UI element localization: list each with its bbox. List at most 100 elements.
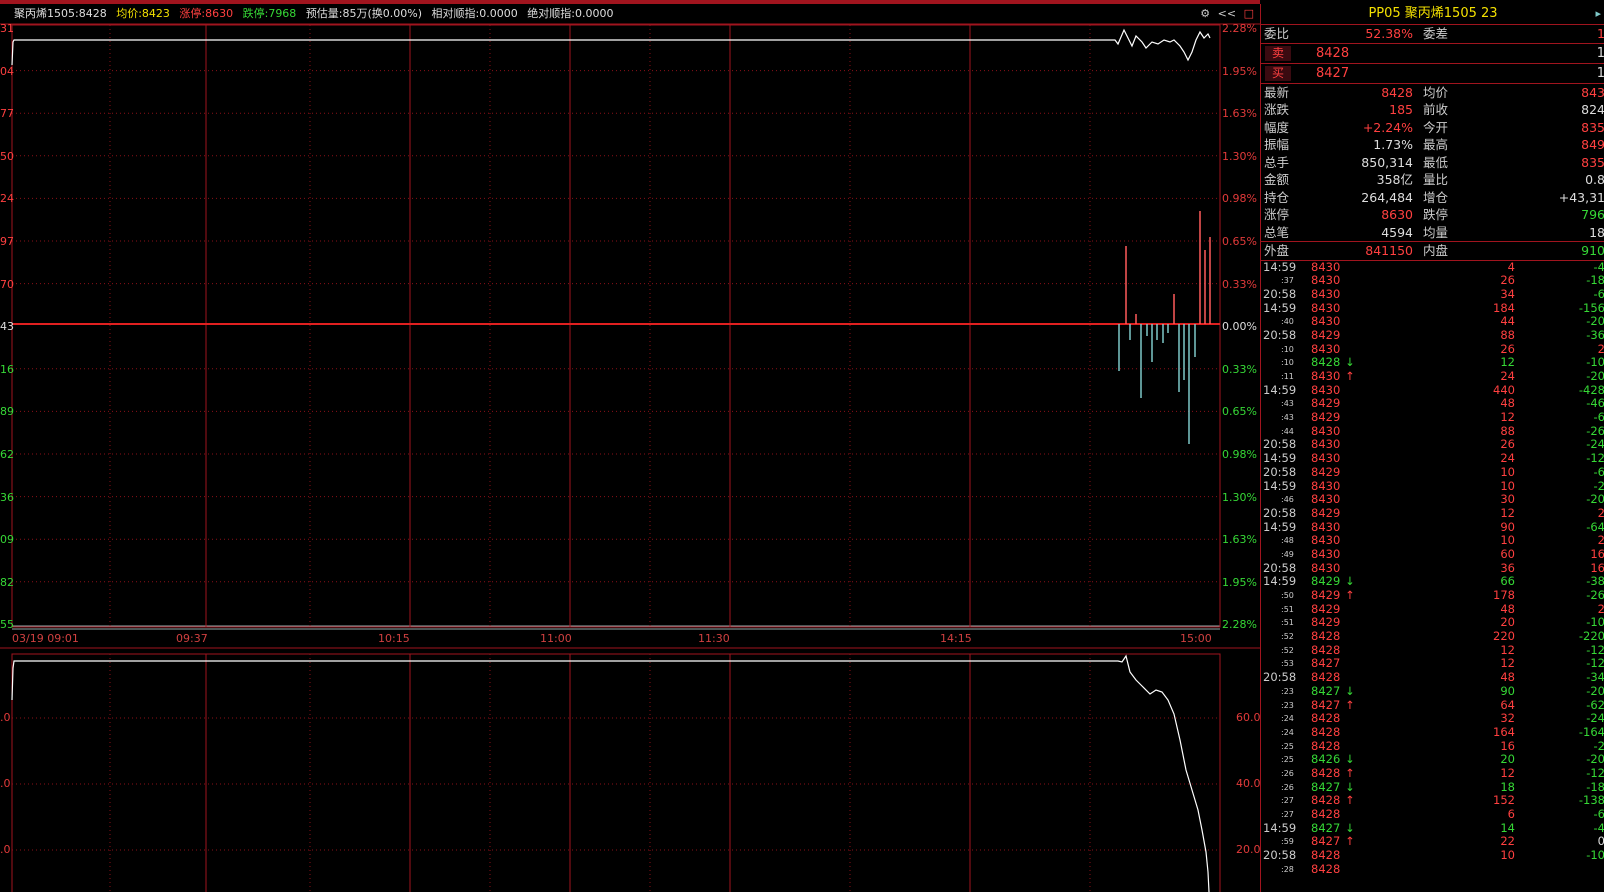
tick-row[interactable]: 14:59 8430 184 -156 bbox=[1261, 300, 1604, 316]
tick-row[interactable]: :52 8428 220 -220 bbox=[1261, 629, 1604, 644]
tick-time: 14:59 bbox=[1263, 259, 1297, 274]
tick-row[interactable]: :43 8429 48 -46 bbox=[1261, 397, 1604, 411]
tick-row[interactable]: :44 8430 88 -26 bbox=[1261, 424, 1604, 439]
tick-row[interactable]: 20:58 8429 10 -6 bbox=[1261, 464, 1604, 480]
tick-row[interactable]: 20:58 8430 34 -6 bbox=[1261, 286, 1604, 302]
time-tick-label: 11:00 bbox=[540, 632, 572, 645]
scroll-icon[interactable]: ▸ bbox=[1595, 4, 1601, 24]
tick-row[interactable]: :23 8427 ↑ 64 -62 bbox=[1261, 697, 1604, 713]
tick-price: 8430 bbox=[1311, 437, 1341, 452]
tick-time: :53 bbox=[1281, 659, 1294, 669]
weibi-label: 委比 bbox=[1264, 26, 1290, 41]
tick-volume: 16 bbox=[1500, 738, 1515, 753]
intraday-chart-area[interactable]: 聚丙烯1505:8428 均价:8423 涨停:8630 跌停:7968 预估量… bbox=[0, 0, 1261, 892]
tick-row[interactable]: :26 8427 ↓ 18 -18 bbox=[1261, 779, 1604, 795]
tick-volume: 34 bbox=[1500, 286, 1515, 301]
tick-row[interactable]: 20:58 8430 36 16 bbox=[1261, 560, 1604, 576]
tick-row[interactable]: :43 8429 12 -6 bbox=[1261, 410, 1604, 425]
percent-tick-label: 1.95% bbox=[1222, 575, 1257, 589]
price-tick-label: 09 bbox=[0, 533, 14, 547]
tick-volume: 26 bbox=[1500, 273, 1515, 288]
stat-label: 总手 bbox=[1264, 154, 1290, 170]
stat-value: 358亿 bbox=[1376, 172, 1413, 187]
stat-value: 8428 bbox=[1381, 84, 1413, 100]
tick-row[interactable]: :48 8430 10 2 bbox=[1261, 534, 1604, 548]
tick-row[interactable]: :11 8430 ↑ 24 -20 bbox=[1261, 369, 1604, 384]
tick-volume: 66 bbox=[1500, 574, 1515, 589]
tick-row[interactable]: :25 8426 ↓ 20 -20 bbox=[1261, 753, 1604, 767]
tick-row[interactable]: :51 8429 20 -10 bbox=[1261, 616, 1604, 630]
tick-volume: 184 bbox=[1493, 300, 1515, 315]
tick-time: :51 bbox=[1281, 604, 1294, 614]
tick-row[interactable]: 20:58 8429 88 -36 bbox=[1261, 327, 1604, 343]
tick-row[interactable]: :46 8430 30 -20 bbox=[1261, 492, 1604, 507]
lower-tick-label-left: .0 bbox=[0, 711, 11, 724]
tick-row[interactable]: :23 8427 ↓ 90 -20 bbox=[1261, 683, 1604, 699]
tick-delta: -6 bbox=[1593, 410, 1604, 425]
tick-row[interactable]: :26 8428 ↑ 12 -12 bbox=[1261, 766, 1604, 781]
tick-row[interactable]: :53 8427 12 -12 bbox=[1261, 657, 1604, 671]
tick-row[interactable]: 20:58 8428 10 -10 bbox=[1261, 848, 1604, 863]
tick-row[interactable]: :24 8428 32 -24 bbox=[1261, 711, 1604, 726]
tick-row[interactable]: :27 8428 ↑ 152 -138 bbox=[1261, 794, 1604, 808]
tick-row[interactable]: :27 8428 6 -6 bbox=[1261, 807, 1604, 822]
percent-tick-label: 1.63% bbox=[1222, 107, 1257, 121]
quote-title-text: PP05 聚丙烯1505 23 bbox=[1368, 6, 1498, 21]
stats-table: 最新 8428 均价 843 涨跌 185 前收 824 幅度 +2.24% 今开 835 振幅 1.73… bbox=[1261, 84, 1604, 242]
tick-row[interactable]: 14:59 8427 ↓ 14 -4 bbox=[1261, 821, 1604, 836]
tick-delta: 16 bbox=[1590, 560, 1604, 575]
tick-volume: 18 bbox=[1500, 779, 1515, 794]
tick-price: 8427 bbox=[1311, 697, 1341, 712]
collapse-icon[interactable]: << bbox=[1218, 7, 1236, 20]
tick-row[interactable]: :37 8430 26 -18 bbox=[1261, 273, 1604, 288]
tick-delta: -24 bbox=[1586, 711, 1604, 726]
tick-row[interactable]: :25 8428 16 -2 bbox=[1261, 738, 1604, 754]
tick-row[interactable]: :52 8428 12 -12 bbox=[1261, 643, 1604, 658]
window-icon[interactable]: □ bbox=[1244, 7, 1254, 20]
tick-row[interactable]: 20:58 8429 12 2 bbox=[1261, 506, 1604, 521]
stat-label: 最高 bbox=[1423, 137, 1449, 152]
tick-row[interactable]: :28 8428 bbox=[1261, 862, 1604, 877]
tick-volume: 36 bbox=[1500, 560, 1515, 575]
weicha-label: 委差 bbox=[1423, 26, 1449, 41]
tick-row[interactable]: 20:58 8428 48 -34 bbox=[1261, 670, 1604, 685]
tick-row[interactable]: 14:59 8430 10 -2 bbox=[1261, 479, 1604, 494]
tick-row[interactable]: :40 8430 44 -20 bbox=[1261, 315, 1604, 329]
tick-row[interactable]: 14:59 8430 4 -4 bbox=[1261, 259, 1604, 275]
tick-price: 8428 bbox=[1311, 355, 1341, 370]
tick-delta: -34 bbox=[1586, 670, 1604, 685]
tick-row[interactable]: :50 8429 ↑ 178 -26 bbox=[1261, 588, 1604, 603]
tick-row[interactable]: :24 8428 164 -164 bbox=[1261, 725, 1604, 740]
tick-price: 8430 bbox=[1311, 300, 1341, 315]
tick-delta: -20 bbox=[1586, 683, 1604, 698]
tick-delta: -2 bbox=[1593, 738, 1604, 753]
tick-row[interactable]: :51 8429 48 2 bbox=[1261, 602, 1604, 617]
tick-row[interactable]: :59 8427 ↑ 22 0 bbox=[1261, 835, 1604, 849]
tick-row[interactable]: :10 8428 ↓ 12 -10 bbox=[1261, 356, 1604, 370]
tick-volume: 10 bbox=[1500, 464, 1515, 479]
gear-icon[interactable]: ⚙ bbox=[1200, 7, 1210, 20]
tick-list[interactable]: 14:59 8430 4 -4:37 8430 26 -18 20:58 8430 34 -6 14:… bbox=[1261, 259, 1604, 877]
tick-arrow-icon: ↓ bbox=[1345, 752, 1355, 767]
stat-value: 843 bbox=[1581, 84, 1604, 100]
tick-price: 8429 bbox=[1311, 327, 1341, 342]
stat-label: 涨跌 bbox=[1264, 102, 1290, 117]
buy-order-row[interactable]: 买 8427 1 bbox=[1261, 64, 1604, 84]
volume-bars bbox=[1118, 211, 1211, 444]
sell-order-row[interactable]: 卖 8428 1 bbox=[1261, 44, 1604, 64]
tick-row[interactable]: 14:59 8430 90 -64 bbox=[1261, 520, 1604, 535]
tick-row[interactable]: 14:59 8430 440 -428 bbox=[1261, 383, 1604, 398]
tick-row[interactable]: 14:59 8429 ↓ 66 -38 bbox=[1261, 575, 1604, 589]
tick-row[interactable]: 14:59 8430 24 -12 bbox=[1261, 451, 1604, 466]
price-tick-label: 43 bbox=[0, 320, 14, 334]
tick-row[interactable]: :10 8430 26 2 bbox=[1261, 342, 1604, 357]
tick-row[interactable]: :49 8430 60 16 bbox=[1261, 547, 1604, 562]
tick-volume: 152 bbox=[1493, 793, 1515, 808]
tick-row[interactable]: 20:58 8430 26 -24 bbox=[1261, 438, 1604, 452]
tick-time: :11 bbox=[1281, 372, 1294, 381]
stats-row: 涨停 8630 跌停 796 bbox=[1261, 206, 1604, 224]
tick-arrow-icon: ↓ bbox=[1345, 779, 1355, 794]
stat-label: 最低 bbox=[1423, 154, 1449, 170]
tick-price: 8430 bbox=[1311, 286, 1341, 301]
tick-delta: -12 bbox=[1586, 656, 1604, 671]
